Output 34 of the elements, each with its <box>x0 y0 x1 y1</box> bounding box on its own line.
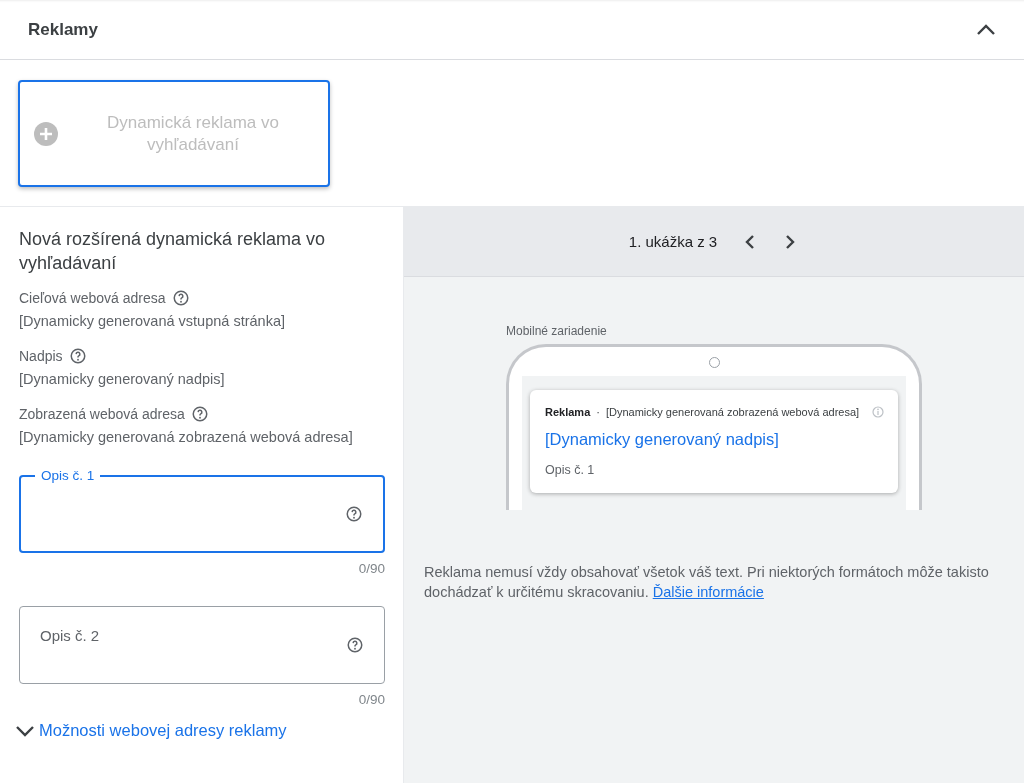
preview-note: Reklama nemusí vždy obsahovať všetok váš text. Pri niektorých formátoch môže takisto dochádzať k určitému skracovaniu. Ďalšie informácie <box>424 563 990 602</box>
ad-headline: [Dynamicky generovaný nadpis] <box>545 430 780 449</box>
info-value: [Dynamicky generovaná vstupná stránka] <box>19 313 286 329</box>
editor-title: Nová rozšírená dynamická reklama vo vyhľadávaní <box>19 228 327 275</box>
help-icon[interactable] <box>346 636 364 654</box>
info-value: [Dynamicky generovaná zobrazená webová adresa] <box>19 429 354 445</box>
info-label: Cieľová webová adresa <box>19 290 166 306</box>
learn-more-link[interactable]: Ďalšie informácie <box>652 584 764 600</box>
help-icon[interactable] <box>345 505 363 523</box>
chevron-left-icon <box>745 234 756 249</box>
info-label: Zobrazená webová adresa <box>19 406 185 422</box>
pager-label: 1. ukážka z 3 <box>628 233 718 250</box>
help-icon[interactable] <box>171 289 190 307</box>
display-url: [Dynamicky generovaná zobrazená webová adresa] <box>605 406 861 418</box>
chevron-icon <box>15 724 35 737</box>
char-counter: 0/90 <box>358 561 385 576</box>
help-icon[interactable] <box>190 405 209 423</box>
chevron-right-icon <box>785 234 796 249</box>
info-label: Nadpis <box>19 348 63 364</box>
device-label: Mobilné zariadenie <box>506 324 608 338</box>
info-icon <box>872 406 884 418</box>
field-label: Opis č. 2 <box>40 627 100 644</box>
url-options-link[interactable]: Možnosti webovej adresy reklamy <box>15 721 287 740</box>
section-title: Reklamy <box>28 19 98 40</box>
separator-dot: · <box>596 406 600 418</box>
info-value: [Dynamicky generovaný nadpis] <box>19 371 226 387</box>
description-field[interactable]: Opis č. 2 <box>19 606 385 684</box>
chevron-icon[interactable] <box>976 23 996 36</box>
ad-label: Reklama <box>545 406 591 418</box>
char-counter: 0/90 <box>358 692 385 707</box>
help-icon[interactable] <box>68 347 87 365</box>
add-icon <box>34 121 58 146</box>
field-label: Opis č. 1 <box>35 468 101 483</box>
ad-description: Opis č. 1 <box>545 463 596 477</box>
